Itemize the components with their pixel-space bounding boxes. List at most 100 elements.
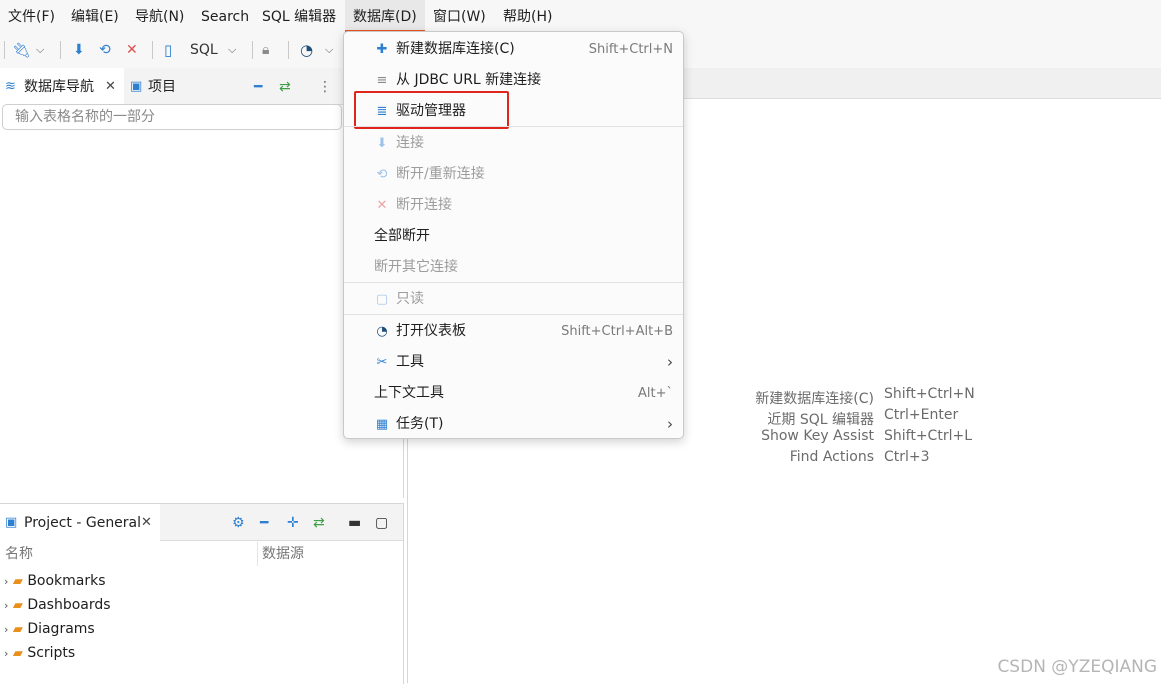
menu-item-new-connection[interactable]: ✚ 新建数据库连接(C) Shift+Ctrl+N <box>344 34 683 64</box>
tools-icon: ✂ <box>376 355 388 370</box>
reconnect-icon: ⟲ <box>376 167 388 182</box>
project-icon: ▣ <box>130 79 143 94</box>
tab-label: 数据库导航 <box>24 79 94 95</box>
menu-item-reconnect[interactable]: ⟲ 断开/重新连接 <box>344 159 683 189</box>
gear-icon[interactable]: ⚙ <box>232 504 245 540</box>
menu-database[interactable]: 数据库(D) <box>345 0 425 32</box>
maximize-icon[interactable]: ▢ <box>375 504 388 540</box>
tab-database-navigator[interactable]: ≋ 数据库导航 ✕ <box>0 68 124 106</box>
menu-item-connect[interactable]: ⬇ 连接 <box>344 128 683 158</box>
menu-item-label: 断开其它连接 <box>374 259 458 275</box>
tree-item-label: Scripts <box>27 645 76 661</box>
toolbar-separator <box>152 41 153 59</box>
database-icon: ≋ <box>5 79 16 94</box>
menu-item-label: 上下文工具 <box>374 385 444 401</box>
menu-separator <box>344 314 683 315</box>
lock-icon: ▢ <box>375 292 389 307</box>
menu-window[interactable]: 窗口(W) <box>433 0 486 32</box>
chevron-down-icon[interactable]: ⌵ <box>325 32 333 68</box>
chevron-right-icon[interactable]: › <box>4 623 8 636</box>
folder-icon: ▰ <box>12 622 23 637</box>
menu-item-shortcut: Alt+` <box>638 386 673 401</box>
menu-item-disconnect-all[interactable]: 全部断开 <box>344 221 683 251</box>
menu-item-label: 只读 <box>396 291 424 307</box>
tree-item-label: Diagrams <box>27 621 95 637</box>
tab-project-general[interactable]: ▣ Project - General ✕ <box>0 504 160 542</box>
chevron-right-icon[interactable]: › <box>4 575 8 588</box>
sql-button[interactable]: SQL <box>190 32 218 68</box>
hint-action: 新建数据库连接(C) <box>755 391 874 407</box>
expand-icon[interactable]: ✛ <box>287 504 299 540</box>
hint-action: Show Key Assist <box>761 428 874 444</box>
tab-project[interactable]: ▣ 项目 <box>128 68 188 104</box>
menu-separator <box>344 126 683 127</box>
menu-help[interactable]: 帮助(H) <box>503 0 552 32</box>
folder-icon: ▰ <box>12 646 23 661</box>
hint-keys: Ctrl+3 <box>884 449 930 465</box>
link-editor-icon[interactable]: ⇄ <box>313 504 325 540</box>
menu-separator <box>344 282 683 283</box>
folder-icon: ▰ <box>12 598 23 613</box>
tasks-icon: ▦ <box>375 417 389 432</box>
menu-item-label: 任务(T) <box>396 416 444 432</box>
menu-item-tools[interactable]: ✂ 工具 › <box>344 347 683 377</box>
chevron-down-icon[interactable]: ⌵ <box>228 32 236 68</box>
menu-search[interactable]: Search <box>201 0 249 32</box>
menu-item-shortcut: Shift+Ctrl+Alt+B <box>561 324 673 339</box>
menu-sql-editor[interactable]: SQL 编辑器 <box>262 0 336 32</box>
dashboard-icon[interactable]: ◔ <box>300 32 313 68</box>
menu-file[interactable]: 文件(F) <box>8 0 55 32</box>
menu-item-shortcut: Shift+Ctrl+N <box>588 42 673 57</box>
new-connection-plug-icon[interactable]: 🔌︎ <box>12 32 31 68</box>
menu-item-context-tools[interactable]: 上下文工具 Alt+` <box>344 378 683 408</box>
tree-item-label: Bookmarks <box>27 573 106 589</box>
folder-icon: ▰ <box>12 574 23 589</box>
column-header-datasource[interactable]: 数据源 <box>262 542 304 566</box>
chevron-down-icon[interactable]: ⌵ <box>36 32 44 68</box>
plug-icon: ⬇ <box>376 136 388 151</box>
link-editor-icon[interactable]: ⇄ <box>279 68 291 104</box>
column-divider <box>257 542 258 566</box>
hint-action: Find Actions <box>789 449 874 465</box>
reconnect-icon[interactable]: ⟲ <box>99 32 111 68</box>
hint-keys: Ctrl+Enter <box>884 407 959 423</box>
menu-item-disconnect[interactable]: ✕ 断开连接 <box>344 190 683 220</box>
dashboard-icon: ◔ <box>376 324 388 339</box>
sql-editor-icon[interactable]: ▯ <box>164 32 172 68</box>
tab-label: Project - General <box>24 515 142 531</box>
close-icon[interactable]: ✕ <box>105 68 116 106</box>
hint-keys: Shift+Ctrl+N <box>884 386 975 402</box>
watermark: CSDN @YZEQIANG <box>997 657 1157 677</box>
close-icon[interactable]: ✕ <box>141 504 152 542</box>
lock-icon[interactable]: 🔒︎ <box>262 32 269 68</box>
project-panel: ▣ Project - General ✕ ⚙ ━ ✛ ⇄ ▬ ▢ 名称 数据源… <box>0 503 404 684</box>
menu-item-disconnect-others[interactable]: 断开其它连接 <box>344 252 683 282</box>
menu-edit[interactable]: 编辑(E) <box>71 0 119 32</box>
disconnect-icon[interactable]: ✕ <box>126 32 138 68</box>
hint-action: 近期 SQL 编辑器 <box>767 412 874 428</box>
tree-item-dashboards[interactable]: › ▰ Dashboards <box>4 593 384 617</box>
project-icon: ▣ <box>5 515 18 530</box>
minimize-icon[interactable]: ▬ <box>348 504 361 540</box>
chevron-right-icon[interactable]: › <box>4 599 8 612</box>
toolbar-separator <box>4 41 5 59</box>
collapse-all-icon[interactable]: ━ <box>260 504 268 540</box>
toolbar-separator <box>60 41 61 59</box>
menu-navigate[interactable]: 导航(N) <box>135 0 184 32</box>
table-filter-input[interactable] <box>2 104 342 130</box>
collapse-all-icon[interactable]: ━ <box>254 68 262 104</box>
tree-item-diagrams[interactable]: › ▰ Diagrams <box>4 617 384 641</box>
menu-item-open-dashboard[interactable]: ◔ 打开仪表板 Shift+Ctrl+Alt+B <box>344 316 683 346</box>
hint-keys: Shift+Ctrl+L <box>884 428 972 444</box>
menu-item-read-only[interactable]: ▢ 只读 <box>344 284 683 314</box>
chevron-right-icon: › <box>667 353 673 371</box>
chevron-right-icon[interactable]: › <box>4 647 8 660</box>
more-options-icon[interactable]: ⋮ <box>318 68 332 104</box>
connect-icon[interactable]: ⬇ <box>73 32 85 68</box>
tree-item-scripts[interactable]: › ▰ Scripts <box>4 641 384 665</box>
menu-item-tasks[interactable]: ▦ 任务(T) › <box>344 409 683 439</box>
column-header-name[interactable]: 名称 <box>5 542 33 566</box>
toolbar-separator <box>288 41 289 59</box>
menu-item-label: 新建数据库连接(C) <box>396 41 515 57</box>
tree-item-bookmarks[interactable]: › ▰ Bookmarks <box>4 569 384 593</box>
